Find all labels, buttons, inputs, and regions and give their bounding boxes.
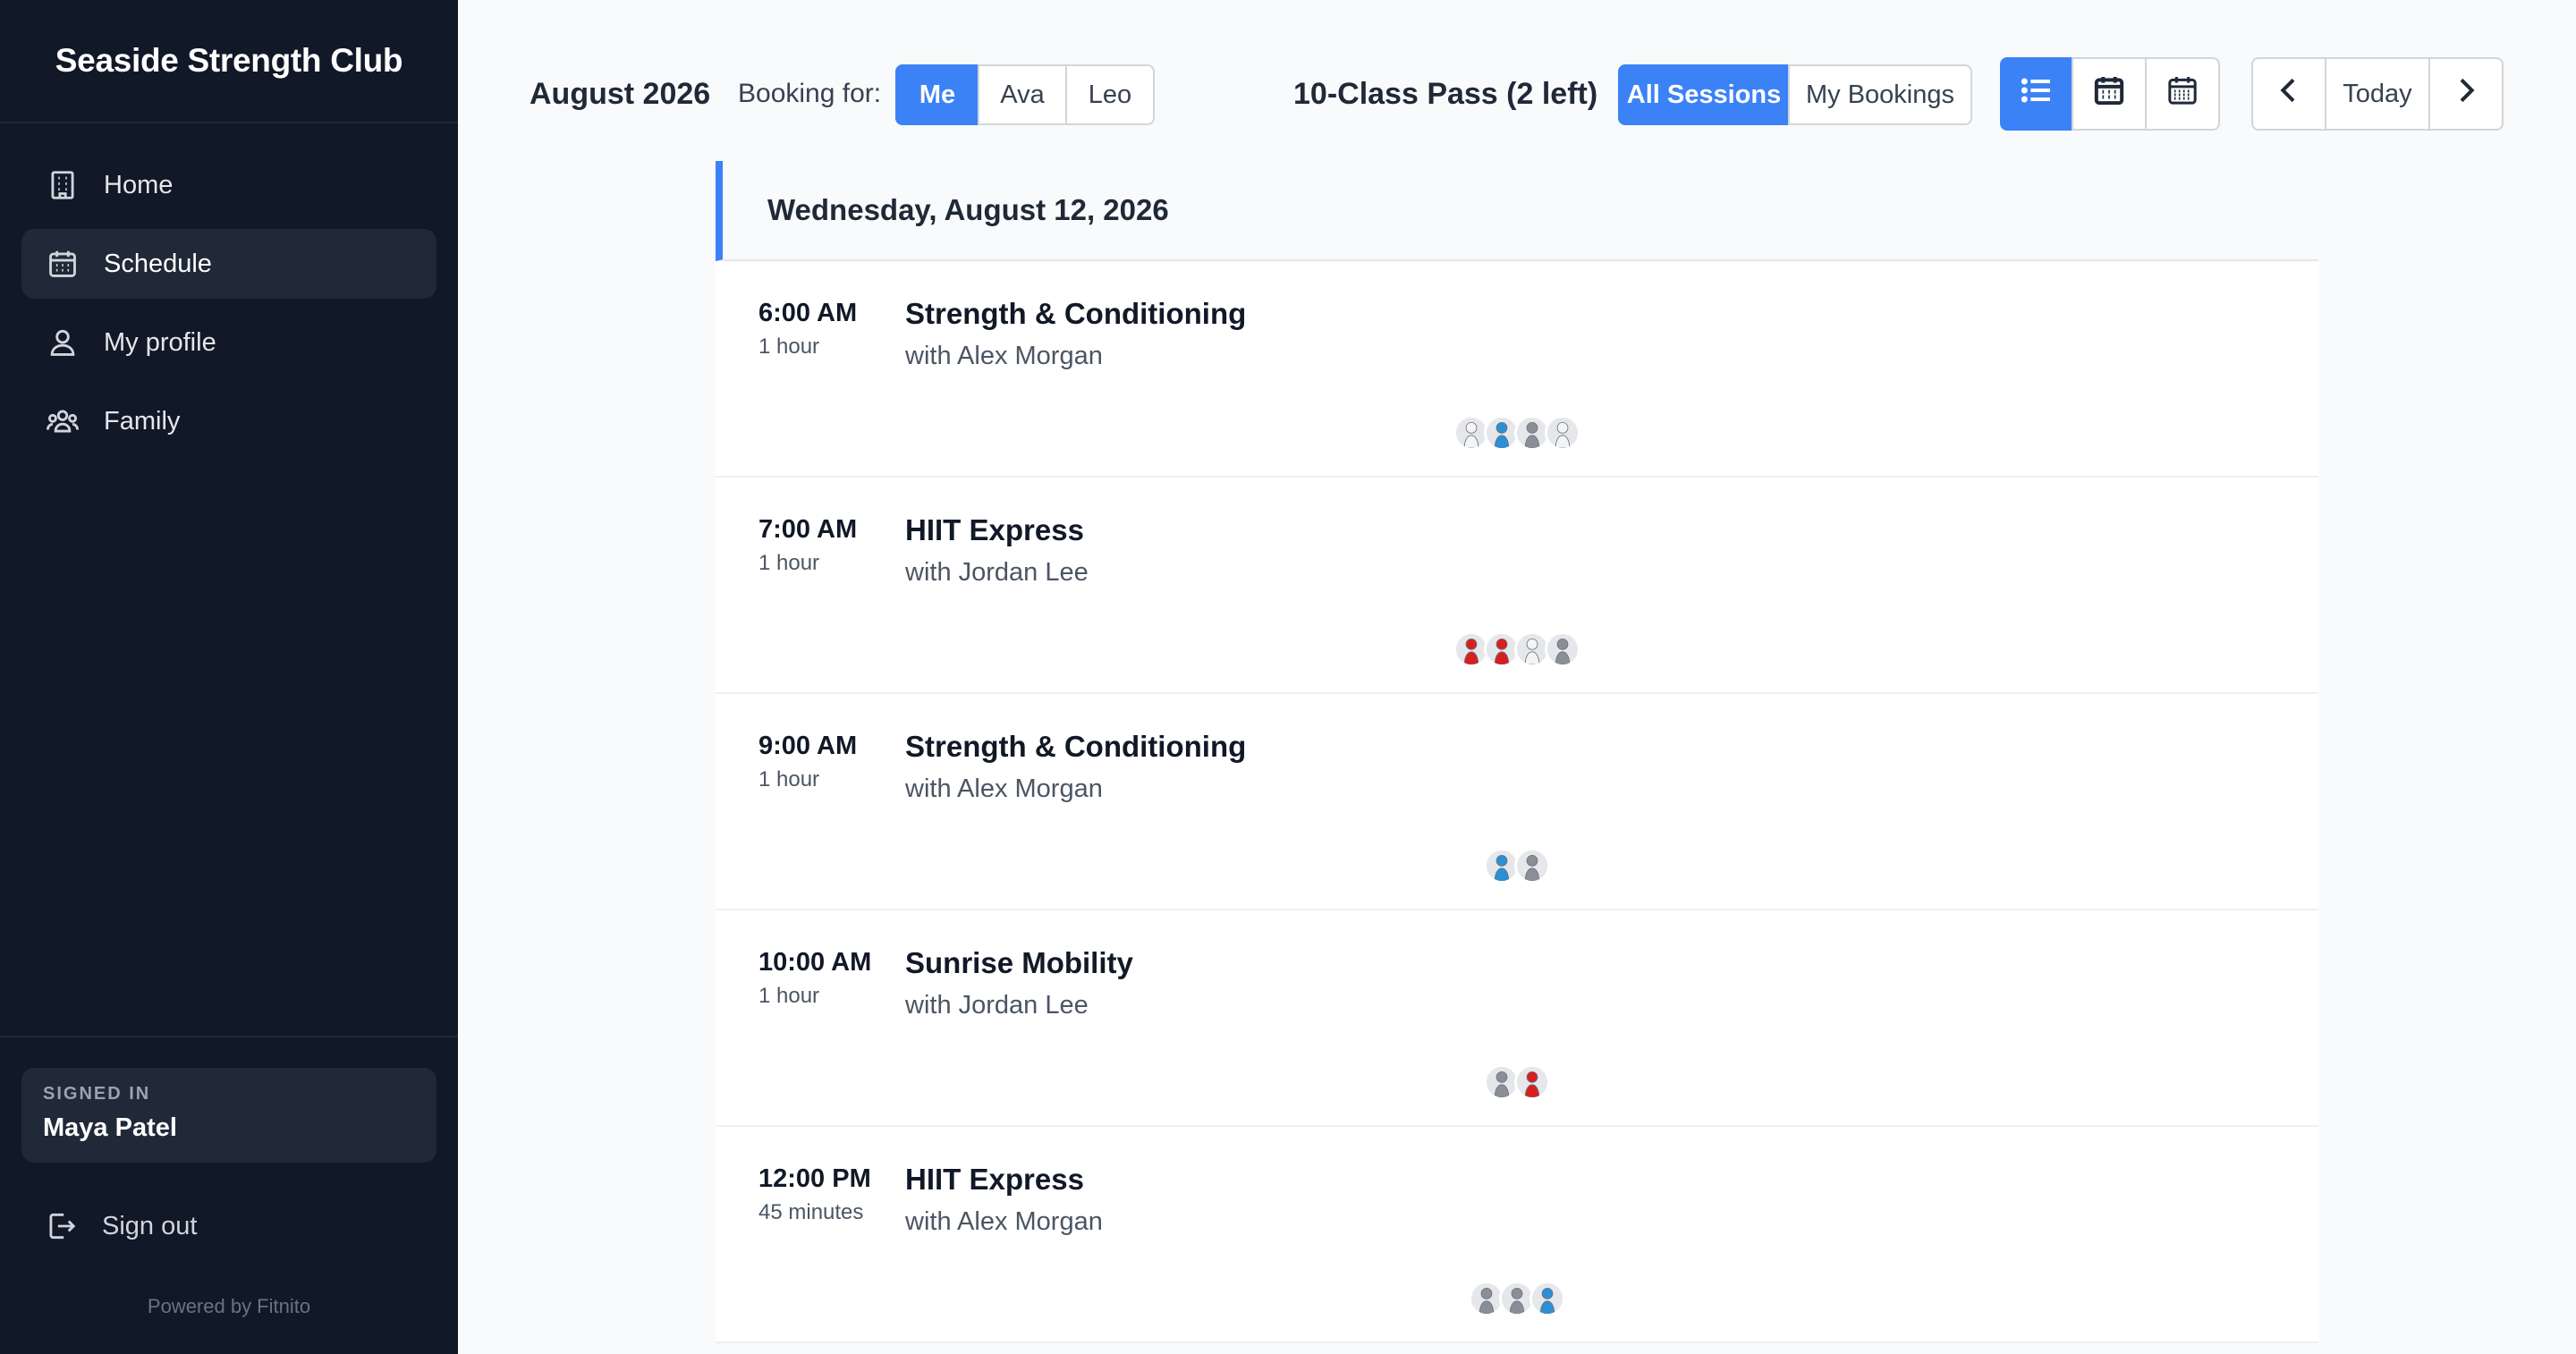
sidebar: Seaside Strength Club Home Schedule My p… xyxy=(0,0,458,1354)
attendee-avatars xyxy=(716,415,2318,451)
session-duration: 1 hour xyxy=(758,767,820,791)
session-coach: with Alex Morgan xyxy=(905,1207,1103,1236)
sidebar-item-label: Schedule xyxy=(104,249,212,278)
attendee-avatar xyxy=(1514,848,1550,884)
attendee-avatar xyxy=(1530,1281,1565,1316)
sidebar-item-label: Family xyxy=(104,406,181,436)
attendee-avatars xyxy=(716,631,2318,667)
attendee-avatars xyxy=(716,848,2318,884)
session-time: 6:00 AM xyxy=(758,299,858,327)
week-calendar-icon xyxy=(2091,72,2127,115)
month-title: August 2026 xyxy=(530,77,711,111)
session-card[interactable]: 6:00 AM 1 hour Strength & Conditioning w… xyxy=(716,261,2318,478)
week-view-button[interactable] xyxy=(2072,57,2147,131)
list-view-button[interactable] xyxy=(2000,57,2073,131)
session-time: 9:00 AM xyxy=(758,732,858,760)
attendee-avatar xyxy=(1514,1064,1550,1100)
session-title: Strength & Conditioning xyxy=(905,297,1247,330)
list-view-icon xyxy=(2019,72,2055,115)
sign-out-icon xyxy=(43,1208,79,1244)
session-title: HIIT Express xyxy=(905,513,1084,546)
session-title: Strength & Conditioning xyxy=(905,730,1247,763)
session-card[interactable]: 7:00 AM 1 hour HIIT Express with Jordan … xyxy=(716,478,2318,694)
session-coach: with Jordan Lee xyxy=(905,991,1089,1020)
session-card[interactable]: 10:00 AM 1 hour Sunrise Mobility with Jo… xyxy=(716,910,2318,1127)
booking-option-ava[interactable]: Ava xyxy=(978,64,1067,125)
users-icon xyxy=(45,403,80,439)
date-navigation: Today xyxy=(2251,57,2504,131)
signed-in-card: SIGNED IN Maya Patel xyxy=(21,1068,436,1163)
session-duration: 1 hour xyxy=(758,551,820,575)
session-duration: 1 hour xyxy=(758,984,820,1008)
booking-for-selector: Me Ava Leo xyxy=(895,64,1155,125)
attendee-avatar xyxy=(1545,631,1580,667)
session-coach: with Alex Morgan xyxy=(905,342,1103,370)
powered-by: Powered by Fitnito xyxy=(147,1295,311,1317)
building-icon xyxy=(45,167,80,203)
sidebar-item-schedule[interactable]: Schedule xyxy=(21,229,436,299)
signed-in-label: SIGNED IN xyxy=(43,1084,151,1104)
session-time: 12:00 PM xyxy=(758,1164,871,1193)
class-pass-status: 10-Class Pass (2 left) xyxy=(1293,77,1598,111)
next-day-button[interactable] xyxy=(2428,57,2504,131)
session-duration: 45 minutes xyxy=(758,1200,864,1224)
booking-for-label: Booking for: xyxy=(738,79,882,108)
session-time: 10:00 AM xyxy=(758,948,872,977)
today-button[interactable]: Today xyxy=(2325,57,2430,131)
sidebar-item-home[interactable]: Home xyxy=(21,150,436,220)
filter-my-bookings[interactable]: My Bookings xyxy=(1788,64,1972,125)
session-card[interactable]: 12:00 PM 45 minutes HIIT Express with Al… xyxy=(716,1127,2318,1343)
calendar-icon xyxy=(45,246,80,282)
previous-day-button[interactable] xyxy=(2251,57,2326,131)
month-calendar-icon xyxy=(2165,72,2200,115)
session-coach: with Jordan Lee xyxy=(905,558,1089,587)
session-filter: All Sessions My Bookings xyxy=(1618,64,1972,125)
sign-out-label: Sign out xyxy=(102,1211,198,1240)
sidebar-footer: SIGNED IN Maya Patel Sign out Powered by… xyxy=(0,1036,458,1354)
session-coach: with Alex Morgan xyxy=(905,774,1103,803)
day-header: Wednesday, August 12, 2026 xyxy=(716,161,2318,261)
booking-option-me[interactable]: Me xyxy=(895,64,979,125)
session-duration: 1 hour xyxy=(758,334,820,359)
session-card[interactable]: 9:00 AM 1 hour Strength & Conditioning w… xyxy=(716,694,2318,910)
sidebar-item-label: My profile xyxy=(104,327,216,357)
brand-title[interactable]: Seaside Strength Club xyxy=(0,0,458,123)
sidebar-nav: Home Schedule My profile Family xyxy=(0,123,458,456)
chevron-right-icon xyxy=(2448,72,2484,115)
schedule-toolbar: August 2026 Booking for: Me Ava Leo 10-C… xyxy=(458,0,2576,152)
sidebar-item-label: Home xyxy=(104,170,174,199)
sidebar-item-family[interactable]: Family xyxy=(21,386,436,456)
attendee-avatars xyxy=(716,1064,2318,1100)
attendee-avatars xyxy=(716,1281,2318,1316)
sidebar-item-my-profile[interactable]: My profile xyxy=(21,308,436,377)
day-schedule: Wednesday, August 12, 2026 6:00 AM 1 hou… xyxy=(716,161,2318,1354)
booking-option-leo[interactable]: Leo xyxy=(1065,64,1155,125)
session-title: HIIT Express xyxy=(905,1163,1084,1196)
filter-all-sessions[interactable]: All Sessions xyxy=(1618,64,1790,125)
user-icon xyxy=(45,325,80,360)
attendee-avatar xyxy=(1545,415,1580,451)
session-time: 7:00 AM xyxy=(758,515,858,544)
chevron-left-icon xyxy=(2271,72,2307,115)
sign-out-button[interactable]: Sign out xyxy=(21,1195,436,1257)
month-view-button[interactable] xyxy=(2145,57,2220,131)
session-title: Sunrise Mobility xyxy=(905,946,1133,979)
user-name: Maya Patel xyxy=(43,1113,177,1142)
view-switcher xyxy=(2000,57,2220,131)
